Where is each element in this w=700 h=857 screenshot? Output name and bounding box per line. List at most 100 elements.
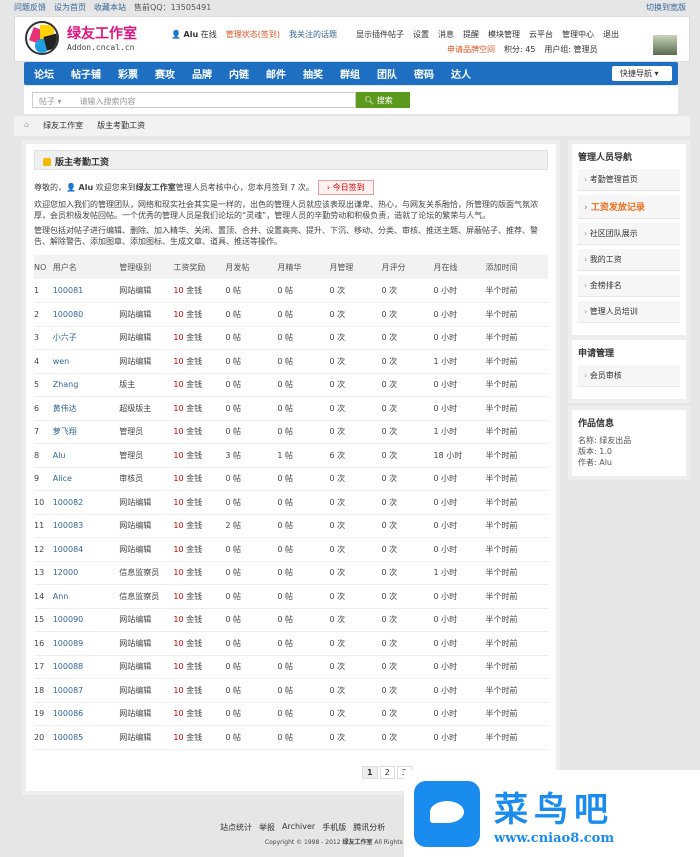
table-cell: 16 <box>34 631 53 656</box>
bird-logo-icon <box>414 780 480 847</box>
menu-messages[interactable]: 消息 <box>438 29 454 40</box>
table-cell: 半个时前 <box>485 490 548 515</box>
username-link[interactable]: 100085 <box>53 733 84 742</box>
nav-item[interactable]: 密码 <box>414 66 434 81</box>
table-cell: 0 帖 <box>277 302 330 327</box>
menu-modules[interactable]: 模块管理 <box>488 29 520 40</box>
username-link[interactable]: 萝飞翔 <box>53 427 77 436</box>
table-cell: 0 小时 <box>433 326 486 350</box>
username-link[interactable]: 黄伟达 <box>53 404 77 413</box>
menu-plugin-posts[interactable]: 显示插件帖子 <box>356 29 404 40</box>
table-cell: 9 <box>34 467 53 491</box>
table-cell: 0 次 <box>329 279 382 303</box>
username-link[interactable]: Alu <box>184 30 199 39</box>
breadcrumb-item[interactable]: 绿友工作室 <box>43 120 83 132</box>
search-input[interactable]: 帖子 ▾ 请输入搜索内容 <box>32 92 356 108</box>
nav-item[interactable]: 帖子铺 <box>71 66 101 81</box>
table-row: 7 萝飞翔 管理员 10 金钱 0 帖0 帖0 次0 次1 小时 半个时前 <box>34 420 548 444</box>
username-link[interactable]: 100087 <box>53 686 84 695</box>
username-link[interactable]: Alu <box>53 451 66 460</box>
sidebar-item-active[interactable]: 工资发放记录 <box>578 195 680 219</box>
table-cell: 萝飞翔 <box>52 420 120 444</box>
username-link[interactable]: 100090 <box>53 615 84 624</box>
apply-brand-link[interactable]: 申请品牌空间 <box>447 44 495 55</box>
table-cell: 0 次 <box>329 420 382 444</box>
table-cell: 0 帖 <box>225 490 278 515</box>
nav-item[interactable]: 团队 <box>377 66 397 81</box>
username-link[interactable]: 100084 <box>53 545 84 554</box>
nav-item[interactable]: 赛攻 <box>155 66 175 81</box>
menu-cloud[interactable]: 云平台 <box>529 29 553 40</box>
page-1[interactable]: 1 <box>362 766 378 779</box>
home-icon[interactable]: ⌂ <box>24 120 29 132</box>
table-cell: 0 帖 <box>277 678 330 703</box>
table-cell: 100090 <box>52 608 120 632</box>
footer-link[interactable]: Archiver <box>282 822 315 833</box>
nav-item[interactable]: 邮件 <box>266 66 286 81</box>
table-cell: 半个时前 <box>485 655 548 679</box>
menu-logout[interactable]: 退出 <box>603 29 619 40</box>
table-row: 8 Alu 管理员 10 金钱 3 帖1 帖6 次0 次 18 小时 半个时前 <box>34 443 548 468</box>
username-link[interactable]: 100086 <box>53 709 84 718</box>
username-link[interactable]: Alice <box>53 474 72 483</box>
table-cell: 半个时前 <box>485 443 548 468</box>
table-row: 9 Alice 审核员 10 金钱 0 帖0 帖0 次0 次0 小时 半个时前 <box>34 467 548 491</box>
sidebar-item[interactable]: 会员审核 <box>578 365 680 387</box>
footer-link[interactable]: 站点统计 <box>220 822 252 833</box>
search-type-select[interactable]: 帖子 ▾ <box>39 96 62 106</box>
menu-followed[interactable]: 我关注的话题 <box>289 29 337 40</box>
username-link[interactable]: Ann <box>53 592 69 601</box>
username-link[interactable]: 小六子 <box>53 333 77 342</box>
footer-link[interactable]: 腾讯分析 <box>353 822 385 833</box>
page-2[interactable]: 2 <box>379 766 395 779</box>
nav-item[interactable]: 彩票 <box>118 66 138 81</box>
nav-item[interactable]: 论坛 <box>34 66 54 81</box>
table-cell: 0 帖 <box>277 584 330 609</box>
set-homepage-link[interactable]: 设为首页 <box>54 2 86 12</box>
menu-admin[interactable]: 管理中心 <box>562 29 594 40</box>
sidebar-item[interactable]: 我的工资 <box>578 249 680 271</box>
table-cell: 网站编辑 <box>119 631 174 656</box>
username-link[interactable]: Zhang <box>53 380 79 389</box>
table-cell: 0 帖 <box>225 537 278 562</box>
username-link[interactable]: 100083 <box>53 521 84 530</box>
feedback-link[interactable]: 问题反馈 <box>14 2 46 12</box>
nav-item[interactable]: 抽奖 <box>303 66 323 81</box>
search-button[interactable]: 🔍︎ 搜索 <box>356 92 410 108</box>
nav-item[interactable]: 群组 <box>340 66 360 81</box>
table-cell: 0 次 <box>329 326 382 350</box>
sidebar-item[interactable]: 考勤管理首页 <box>578 169 680 191</box>
nav-item[interactable]: 内链 <box>229 66 249 81</box>
table-cell: 100083 <box>52 514 120 538</box>
sidebar-item[interactable]: 社区团队展示 <box>578 223 680 245</box>
nav-item[interactable]: 品牌 <box>192 66 212 81</box>
table-cell: 0 小时 <box>433 655 486 679</box>
column-header: 添加时间 <box>485 255 548 279</box>
username-link[interactable]: 100082 <box>53 498 84 507</box>
username-link[interactable]: 100088 <box>53 662 84 671</box>
footer-link[interactable]: 举报 <box>259 822 275 833</box>
switch-wide-link[interactable]: 切换到宽版 <box>646 2 686 12</box>
sidebar-item[interactable]: 金榜排名 <box>578 275 680 297</box>
avatar[interactable] <box>653 35 677 55</box>
username-link[interactable]: 12000 <box>53 568 78 577</box>
sign-in-today-button[interactable]: › 今日签到 <box>317 180 374 195</box>
sidebar-item[interactable]: 管理人员培训 <box>578 301 680 323</box>
table-cell: 4 <box>34 349 53 374</box>
username-link[interactable]: 100089 <box>53 639 84 648</box>
menu-settings[interactable]: 设置 <box>413 29 429 40</box>
username-link[interactable]: 100080 <box>53 310 84 319</box>
table-cell: 半个时前 <box>485 514 548 538</box>
table-cell: 0 次 <box>329 396 382 421</box>
bookmark-link[interactable]: 收藏本站 <box>94 2 126 12</box>
sign-status-link[interactable]: 管理状态(签到) <box>226 29 280 40</box>
quick-nav-dropdown[interactable]: 快捷导航 ▾ <box>612 66 672 81</box>
username-link[interactable]: 100081 <box>53 286 84 295</box>
footer-link[interactable]: 手机版 <box>322 822 346 833</box>
table-cell: 网站编辑 <box>119 608 174 632</box>
nav-item[interactable]: 达人 <box>451 66 471 81</box>
username-link[interactable]: wen <box>53 357 70 366</box>
logo-icon[interactable] <box>25 21 59 55</box>
table-cell: 0 次 <box>381 302 434 327</box>
menu-notices[interactable]: 提醒 <box>463 29 479 40</box>
